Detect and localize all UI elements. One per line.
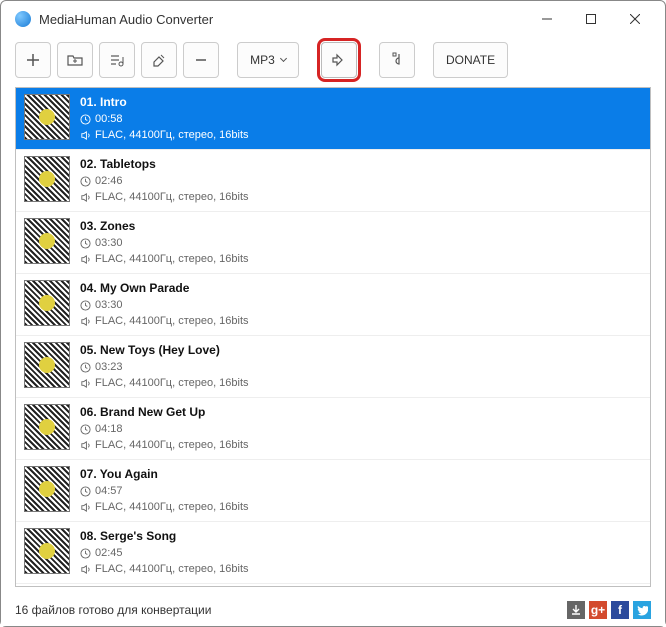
track-title: 08. Serge's Song: [80, 528, 642, 545]
add-folder-button[interactable]: [57, 42, 93, 78]
donate-label: DONATE: [446, 53, 495, 67]
album-art-thumb: [24, 156, 70, 202]
track-info: 07. You Again04:57FLAC, 44100Гц, стерео,…: [80, 466, 642, 516]
track-info: 01. Intro00:58FLAC, 44100Гц, стерео, 16b…: [80, 94, 642, 144]
track-duration: 02:46: [80, 173, 642, 190]
track-format: FLAC, 44100Гц, стерео, 16bits: [80, 437, 642, 454]
album-art-thumb: [24, 528, 70, 574]
window-controls: [525, 4, 657, 34]
remove-button[interactable]: [183, 42, 219, 78]
album-art-thumb: [24, 218, 70, 264]
album-art-thumb: [24, 466, 70, 512]
track-title: 03. Zones: [80, 218, 642, 235]
download-updates-icon[interactable]: [567, 601, 585, 619]
track-format: FLAC, 44100Гц, стерео, 16bits: [80, 499, 642, 516]
convert-button[interactable]: [321, 42, 357, 78]
track-duration: 03:30: [80, 297, 642, 314]
track-title: 05. New Toys (Hey Love): [80, 342, 642, 359]
album-art-thumb: [24, 280, 70, 326]
track-list[interactable]: 01. Intro00:58FLAC, 44100Гц, стерео, 16b…: [15, 87, 651, 587]
convert-highlight: [317, 38, 361, 82]
album-art-thumb: [24, 404, 70, 450]
track-duration: 02:45: [80, 545, 642, 562]
social-icons: g+ f: [567, 601, 651, 619]
track-row[interactable]: 02. Tabletops02:46FLAC, 44100Гц, стерео,…: [16, 150, 650, 212]
app-title: MediaHuman Audio Converter: [39, 12, 525, 27]
track-format: FLAC, 44100Гц, стерео, 16bits: [80, 189, 642, 206]
track-format: FLAC, 44100Гц, стерео, 16bits: [80, 127, 642, 144]
track-format: FLAC, 44100Гц, стерео, 16bits: [80, 313, 642, 330]
track-duration: 03:30: [80, 235, 642, 252]
track-duration: 04:18: [80, 421, 642, 438]
status-text: 16 файлов готово для конвертации: [15, 603, 567, 617]
track-format: FLAC, 44100Гц, стерео, 16bits: [80, 251, 642, 268]
add-file-button[interactable]: [15, 42, 51, 78]
track-title: 01. Intro: [80, 94, 642, 111]
track-row[interactable]: 08. Serge's Song02:45FLAC, 44100Гц, стер…: [16, 522, 650, 584]
settings-button[interactable]: [379, 42, 415, 78]
track-row[interactable]: 03. Zones03:30FLAC, 44100Гц, стерео, 16b…: [16, 212, 650, 274]
track-info: 05. New Toys (Hey Love)03:23FLAC, 44100Г…: [80, 342, 642, 392]
track-row[interactable]: 05. New Toys (Hey Love)03:23FLAC, 44100Г…: [16, 336, 650, 398]
titlebar: MediaHuman Audio Converter: [1, 1, 665, 37]
facebook-icon[interactable]: f: [611, 601, 629, 619]
chevron-down-icon: [280, 55, 287, 62]
statusbar: 16 файлов готово для конвертации g+ f: [1, 594, 665, 626]
format-label: MP3: [250, 53, 275, 67]
track-title: 07. You Again: [80, 466, 642, 483]
track-info: 02. Tabletops02:46FLAC, 44100Гц, стерео,…: [80, 156, 642, 206]
album-art-thumb: [24, 94, 70, 140]
track-info: 04. My Own Parade03:30FLAC, 44100Гц, сте…: [80, 280, 642, 330]
album-art-thumb: [24, 342, 70, 388]
track-info: 08. Serge's Song02:45FLAC, 44100Гц, стер…: [80, 528, 642, 578]
minimize-button[interactable]: [525, 4, 569, 34]
app-icon: [15, 11, 31, 27]
toolbar: MP3 DONATE: [1, 37, 665, 83]
track-format: FLAC, 44100Гц, стерео, 16bits: [80, 375, 642, 392]
googleplus-icon[interactable]: g+: [589, 601, 607, 619]
track-duration: 04:57: [80, 483, 642, 500]
track-title: 06. Brand New Get Up: [80, 404, 642, 421]
track-row[interactable]: 06. Brand New Get Up04:18FLAC, 44100Гц, …: [16, 398, 650, 460]
track-info: 03. Zones03:30FLAC, 44100Гц, стерео, 16b…: [80, 218, 642, 268]
track-row[interactable]: 07. You Again04:57FLAC, 44100Гц, стерео,…: [16, 460, 650, 522]
donate-button[interactable]: DONATE: [433, 42, 508, 78]
add-playlist-button[interactable]: [99, 42, 135, 78]
clear-button[interactable]: [141, 42, 177, 78]
track-title: 04. My Own Parade: [80, 280, 642, 297]
maximize-button[interactable]: [569, 4, 613, 34]
track-format: FLAC, 44100Гц, стерео, 16bits: [80, 561, 642, 578]
close-button[interactable]: [613, 4, 657, 34]
format-select[interactable]: MP3: [237, 42, 299, 78]
track-row[interactable]: 04. My Own Parade03:30FLAC, 44100Гц, сте…: [16, 274, 650, 336]
track-info: 06. Brand New Get Up04:18FLAC, 44100Гц, …: [80, 404, 642, 454]
track-duration: 03:23: [80, 359, 642, 376]
track-duration: 00:58: [80, 111, 642, 128]
track-row[interactable]: 01. Intro00:58FLAC, 44100Гц, стерео, 16b…: [16, 88, 650, 150]
track-title: 02. Tabletops: [80, 156, 642, 173]
twitter-icon[interactable]: [633, 601, 651, 619]
